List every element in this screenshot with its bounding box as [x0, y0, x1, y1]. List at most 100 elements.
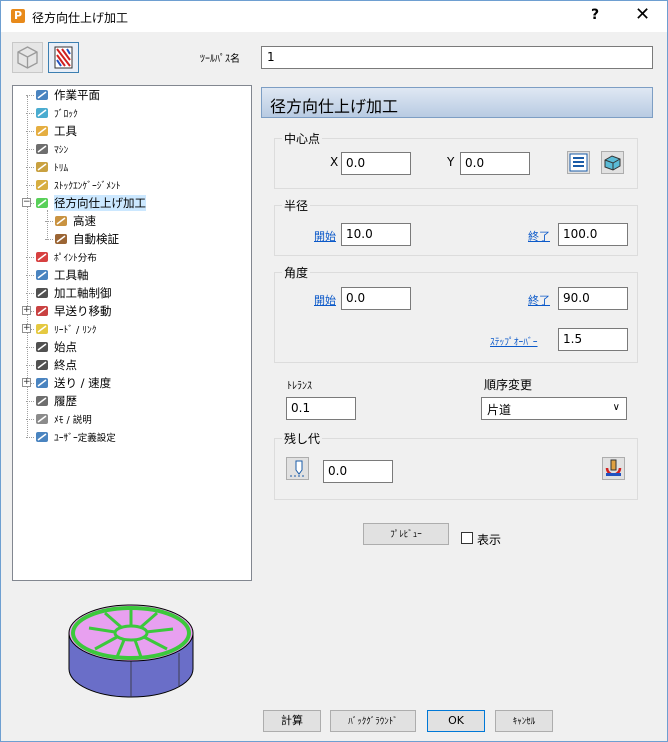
- radius-title: 半径: [282, 197, 311, 214]
- order-label: 順序変更: [484, 378, 533, 392]
- tool-icon: [36, 126, 48, 136]
- tree-item-label: 終点: [54, 358, 77, 372]
- angle-end-link[interactable]: 終了: [528, 292, 550, 308]
- toolpath-name-label: ﾂｰﾙﾊﾟｽ名: [200, 54, 240, 65]
- tree-item-14[interactable]: ﾘｰﾄﾞ / ﾘﾝｸ: [34, 320, 97, 338]
- tree-item-18[interactable]: 履歴: [34, 392, 77, 410]
- view-3d-button[interactable]: [12, 42, 43, 73]
- tree-item-label: ﾌﾞﾛｯｸ: [54, 109, 78, 120]
- expand-icon[interactable]: +: [22, 378, 31, 387]
- help-button[interactable]: ?: [591, 7, 599, 23]
- list-select-icon: [569, 153, 588, 172]
- axis-control-icon: [36, 288, 48, 298]
- ok-button[interactable]: OK: [427, 710, 485, 732]
- radius-end-link[interactable]: 終了: [528, 228, 550, 244]
- order-select[interactable]: 片道 ∨: [481, 397, 627, 420]
- tree-item-label: ﾕｰｻﾞｰ定義設定: [54, 433, 116, 444]
- tree-item-3[interactable]: 工具: [34, 122, 77, 140]
- tree-item-label: 早送り移動: [54, 304, 112, 318]
- tree-item-label: 工具軸: [54, 268, 89, 282]
- radius-start-link[interactable]: 開始: [314, 228, 336, 244]
- tree-item-15[interactable]: 始点: [34, 338, 77, 356]
- angle-end-input[interactable]: 90.0: [558, 287, 628, 310]
- tree-item-label: ﾎﾟｲﾝﾄ分布: [54, 253, 97, 264]
- tree-item-label: 加工軸制御: [54, 286, 112, 300]
- expand-icon[interactable]: +: [22, 306, 31, 315]
- tree-item-label: 工具: [54, 124, 77, 138]
- dialog-window: P 径方向仕上げ加工 ? ✕ ﾂｰﾙﾊﾟｽ名 1 作業平面 ﾌﾞﾛｯｸ 工具 ﾏｼﾝ ﾄ…: [0, 0, 668, 742]
- stepover-input[interactable]: 1.5: [558, 328, 628, 351]
- tree-item-label: 自動検証: [73, 232, 119, 246]
- order-select-value: 片道: [487, 403, 512, 417]
- high-speed-icon: [55, 216, 67, 226]
- block-center-button[interactable]: [601, 151, 624, 174]
- tree-item-5[interactable]: ﾄﾘﾑ: [34, 158, 68, 176]
- cancel-button-label: ｷｬﾝｾﾙ: [512, 717, 536, 727]
- tree-item-10[interactable]: ﾎﾟｲﾝﾄ分布: [34, 248, 97, 266]
- user-defined-icon: [36, 432, 48, 442]
- tree-item-9[interactable]: 自動検証: [53, 230, 119, 248]
- stock-input[interactable]: 0.0: [323, 460, 393, 483]
- cancel-button[interactable]: ｷｬﾝｾﾙ: [495, 710, 553, 732]
- start-point-icon: [36, 342, 48, 352]
- tree-item-label: 履歴: [54, 394, 77, 408]
- tree-item-label: ｽﾄｯｸｴﾝｹﾞｰｼﾞﾒﾝﾄ: [54, 181, 121, 192]
- stock-tool-button[interactable]: [286, 457, 309, 480]
- close-button[interactable]: ✕: [635, 4, 650, 25]
- tree-item-label: 始点: [54, 340, 77, 354]
- history-icon: [36, 396, 48, 406]
- tree-item-13[interactable]: 早送り移動: [34, 302, 112, 320]
- tool-axis-icon: [36, 270, 48, 280]
- block-icon: [604, 155, 621, 171]
- tree-item-17[interactable]: 送り / 速度: [34, 374, 111, 392]
- radius-end-input[interactable]: 100.0: [558, 223, 628, 246]
- toolpath-preview-image: [68, 604, 194, 698]
- tree-item-2[interactable]: ﾌﾞﾛｯｸ: [34, 104, 78, 122]
- chevron-down-icon: ∨: [612, 402, 620, 413]
- center-y-input[interactable]: 0.0: [460, 152, 530, 175]
- machine-icon: [36, 144, 48, 154]
- center-x-input[interactable]: 0.0: [341, 152, 411, 175]
- expand-icon[interactable]: +: [22, 324, 31, 333]
- title-bar: P 径方向仕上げ加工 ? ✕: [1, 1, 667, 32]
- preview-button[interactable]: ﾌﾟﾚﾋﾞｭｰ: [363, 523, 449, 545]
- display-label: 表示: [477, 533, 502, 547]
- auto-verify-icon: [55, 234, 67, 244]
- tree-item-label: ﾘｰﾄﾞ / ﾘﾝｸ: [54, 325, 97, 336]
- collapse-icon[interactable]: −: [22, 198, 31, 207]
- tree-item-6[interactable]: ｽﾄｯｸｴﾝｹﾞｰｼﾞﾒﾝﾄ: [34, 176, 121, 194]
- tree-item-19[interactable]: ﾒﾓ / 説明: [34, 410, 92, 428]
- memo-icon: [36, 414, 48, 424]
- tree-item-label: 高速: [73, 214, 96, 228]
- tree-item-20[interactable]: ﾕｰｻﾞｰ定義設定: [34, 428, 116, 446]
- feed-speed-icon: [36, 378, 48, 388]
- tree-item-11[interactable]: 工具軸: [34, 266, 89, 284]
- calculate-button[interactable]: 計算: [263, 710, 321, 732]
- pick-center-button[interactable]: [567, 151, 590, 174]
- tree-item-16[interactable]: 終点: [34, 356, 77, 374]
- panel-title: 径方向仕上げ加工: [261, 87, 653, 118]
- end-point-icon: [36, 360, 48, 370]
- tolerance-input[interactable]: 0.1: [286, 397, 356, 420]
- tolerance-label: ﾄﾚﾗﾝｽ: [287, 381, 312, 392]
- angle-title: 角度: [282, 264, 311, 281]
- background-button[interactable]: ﾊﾞｯｸｸﾞﾗｳﾝﾄﾞ: [330, 710, 416, 732]
- angle-start-link[interactable]: 開始: [314, 292, 336, 308]
- tree-item-7[interactable]: 径方向仕上げ加工: [34, 194, 146, 212]
- tree-item-12[interactable]: 加工軸制御: [34, 284, 112, 302]
- display-checkbox[interactable]: [461, 532, 473, 544]
- tree-item-4[interactable]: ﾏｼﾝ: [34, 140, 68, 158]
- angle-start-input[interactable]: 0.0: [341, 287, 411, 310]
- tree-item-1[interactable]: 作業平面: [34, 86, 100, 104]
- cube-outline-icon: [17, 46, 38, 69]
- radius-start-input[interactable]: 10.0: [341, 223, 411, 246]
- tree-item-label: 送り / 速度: [54, 376, 112, 390]
- tree-item-8[interactable]: 高速: [53, 212, 96, 230]
- component-stock-button[interactable]: [602, 457, 625, 480]
- stepover-link[interactable]: ｽﾃｯﾌﾟｵｰﾊﾞｰ: [490, 334, 538, 348]
- lead-link-icon: [36, 324, 48, 334]
- background-button-label: ﾊﾞｯｸｸﾞﾗｳﾝﾄﾞ: [348, 717, 398, 727]
- toolpath-name-input[interactable]: 1: [261, 46, 653, 69]
- view-toolpath-button[interactable]: [48, 42, 79, 73]
- stock-title: 残し代: [282, 430, 323, 447]
